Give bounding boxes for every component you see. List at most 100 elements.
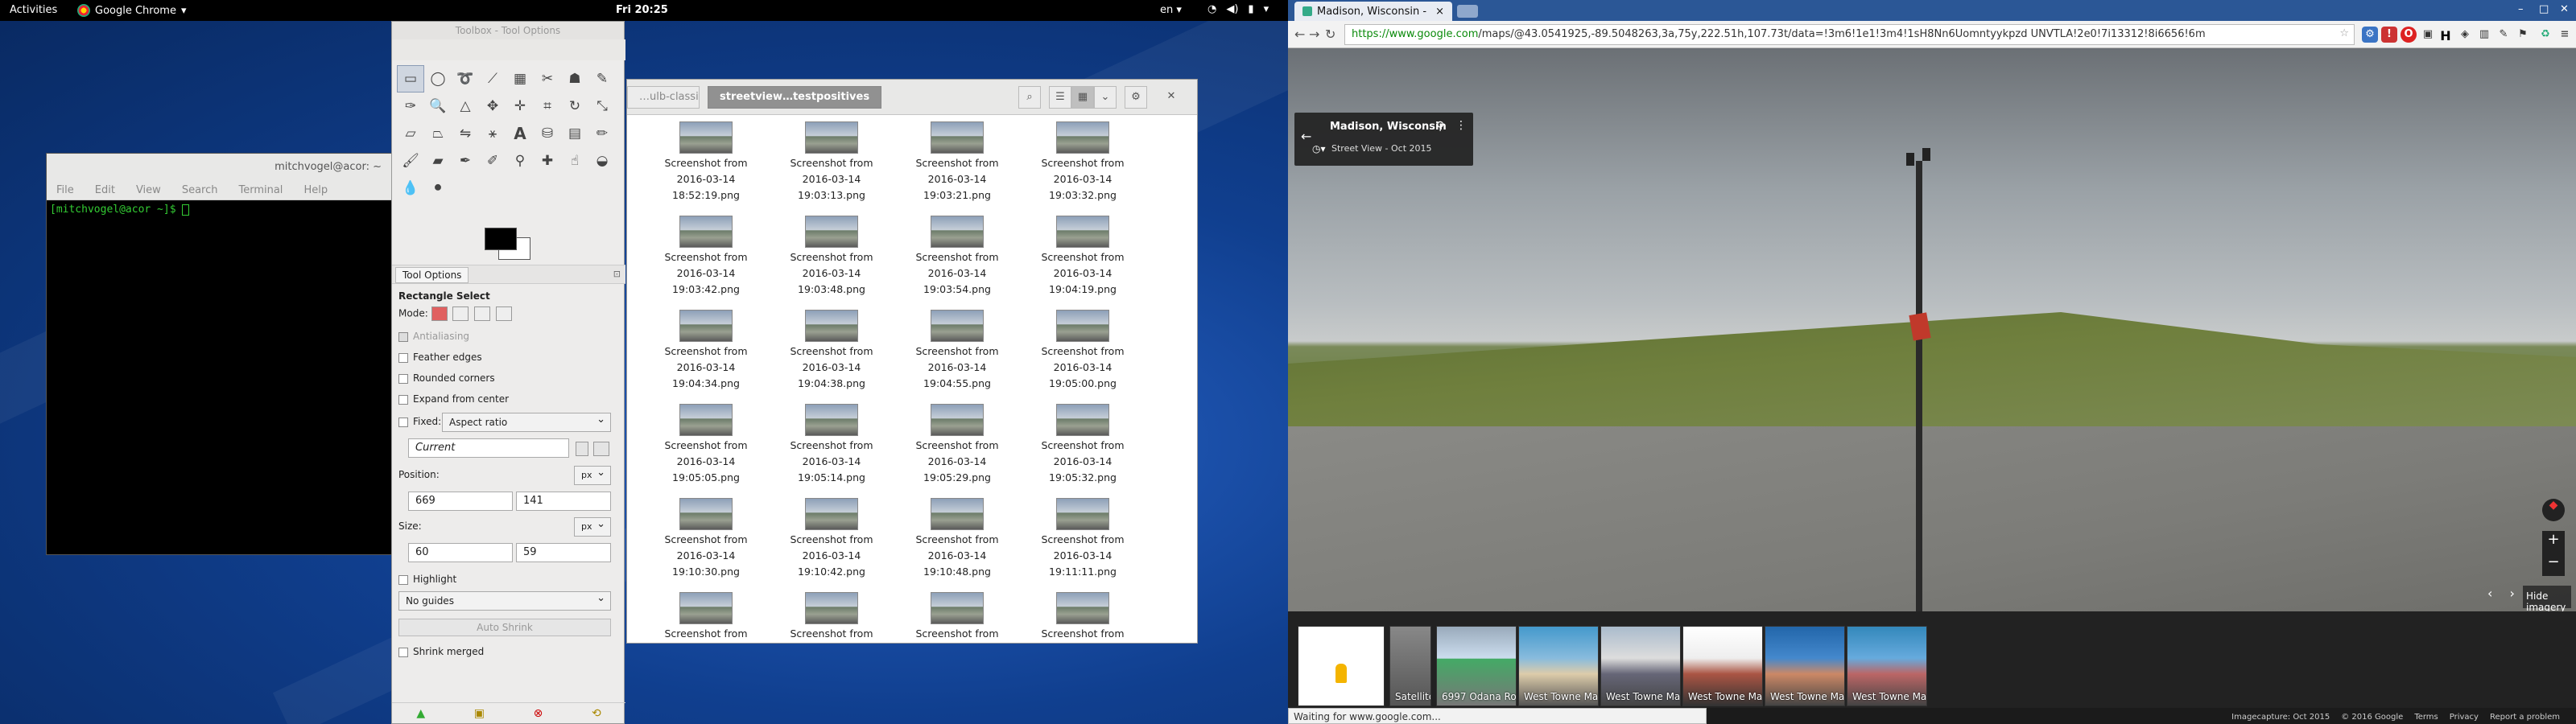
file-item[interactable]: Screenshot from 2016-03-14 19:03:13.png xyxy=(769,121,894,216)
imagery-card-3[interactable]: West Towne Mall xyxy=(1600,626,1681,706)
shear-tool[interactable]: ▱ xyxy=(397,120,424,147)
menu-help[interactable]: Help xyxy=(303,184,328,198)
menu-search[interactable]: Search xyxy=(182,184,218,198)
system-tray[interactable]: ◔ ◀) ▮ ▾ xyxy=(1208,3,1269,15)
guides-select[interactable]: No guides xyxy=(398,591,611,611)
fuzzy-select-tool[interactable]: ⟋ xyxy=(479,65,506,93)
file-item[interactable]: Screenshot from 2016-03-14 19:10:48.png xyxy=(894,498,1020,592)
file-item[interactable]: Screenshot from 2016-03-14 19:05:32.png xyxy=(1020,404,1146,498)
list-view-icon[interactable]: ☰ xyxy=(1049,86,1071,109)
imagery-card-5[interactable]: West Towne Mall xyxy=(1765,626,1845,706)
chevron-left-icon[interactable]: ‹ xyxy=(2487,586,2492,601)
auto-shrink-button[interactable]: Auto Shrink xyxy=(398,619,611,636)
flip-tool[interactable]: ⇋ xyxy=(452,120,479,147)
size-w-input[interactable]: 60 xyxy=(408,543,513,562)
delete-options-icon[interactable]: ⊗ xyxy=(534,707,543,720)
star-icon[interactable]: ☆ xyxy=(2339,27,2349,39)
file-item[interactable]: Screenshot from 2016-03-14 19:03:54.png xyxy=(894,216,1020,310)
fixed-option[interactable]: Fixed: xyxy=(398,416,441,427)
activities-button[interactable]: Activities xyxy=(10,4,57,16)
shrink-merged-option[interactable]: Shrink merged xyxy=(398,646,484,657)
position-x-input[interactable]: 669 xyxy=(408,492,513,511)
language-indicator[interactable]: en ▾ xyxy=(1160,4,1182,16)
extension-icon-4[interactable]: ▣ xyxy=(2420,27,2436,43)
tab-menu-icon[interactable]: ⊡ xyxy=(613,269,621,279)
reset-options-icon[interactable]: ⟲ xyxy=(592,707,601,720)
street-view-panorama[interactable]: ← Madison, Wisconsin ◷▾ Street View - Oc… xyxy=(1288,48,2576,611)
extension-h-icon[interactable]: H xyxy=(2438,27,2454,43)
terminal-titlebar[interactable]: mitchvogel@acor: ~ xyxy=(47,154,391,183)
file-item[interactable]: Screenshot from 2016-03-14 18:52:19.png xyxy=(643,121,769,216)
position-unit-select[interactable]: px xyxy=(574,466,611,485)
color-select-tool[interactable]: ▦ xyxy=(506,65,534,93)
highlight-option[interactable]: Highlight xyxy=(398,574,456,585)
trash-icon[interactable] xyxy=(576,442,588,456)
paths-tool[interactable]: ✎ xyxy=(588,65,616,93)
file-item[interactable]: Screenshot from 2016-03-14 19:10:30.png xyxy=(643,498,769,592)
clock-icon[interactable]: ◷▾ xyxy=(1312,143,1326,154)
back-icon[interactable]: ← xyxy=(1294,27,1305,42)
pencil-tool[interactable]: ✏ xyxy=(588,120,616,147)
address-bar[interactable]: https://www.google.com/maps/@43.0541925,… xyxy=(1344,24,2355,45)
dodge-tool[interactable]: ⚫ xyxy=(424,175,452,202)
back-arrow-icon[interactable]: ← xyxy=(1301,129,1311,144)
menu-icon[interactable]: ≡ xyxy=(2557,27,2573,43)
extension-icon-1[interactable]: ⚙ xyxy=(2362,27,2378,43)
perspective-tool[interactable]: ⏢ xyxy=(424,120,452,147)
clone-tool[interactable]: ⚲ xyxy=(506,147,534,175)
menu-edit[interactable]: Edit xyxy=(95,184,115,198)
minimize-icon[interactable]: – xyxy=(2518,3,2524,15)
cage-tool[interactable]: ⚹ xyxy=(479,120,506,147)
zoom-in-button[interactable]: + xyxy=(2542,531,2565,553)
file-item[interactable]: Screenshot from 2016-03-14 19:05:00.png xyxy=(1020,310,1146,404)
portrait-landscape-icon[interactable] xyxy=(593,442,609,456)
feather-option[interactable]: Feather edges xyxy=(398,352,482,363)
file-item[interactable]: Screenshot from 2016-03-14 19:04:34.png xyxy=(643,310,769,404)
hide-imagery-button[interactable]: Hide imagery xyxy=(2523,586,2571,611)
terms-link[interactable]: Terms xyxy=(2414,713,2438,722)
breadcrumb-parent[interactable]: …ulb-classifier xyxy=(627,86,700,109)
expand-checkbox[interactable] xyxy=(398,394,408,405)
antialiasing-checkbox[interactable] xyxy=(398,331,408,342)
imagery-card-2[interactable]: West Towne Mall xyxy=(1518,626,1599,706)
highlight-checkbox[interactable] xyxy=(398,574,408,585)
app-menu[interactable]: Google Chrome ▾ xyxy=(77,4,187,17)
foreground-color-swatch[interactable] xyxy=(485,228,517,250)
airbrush-tool[interactable]: ✒ xyxy=(452,147,479,175)
imagery-card-1[interactable]: 6997 Odana Road, Madison, xyxy=(1436,626,1517,706)
menu-view[interactable]: View xyxy=(136,184,161,198)
file-item[interactable]: Screenshot from 2016-03-14 19:10:42.png xyxy=(769,498,894,592)
extension-icon-8[interactable]: ✎ xyxy=(2496,27,2512,43)
close-icon[interactable]: ✕ xyxy=(1160,86,1183,109)
file-item[interactable]: Screenshot from 2016-03-14 19:05:14.png xyxy=(769,404,894,498)
feather-checkbox[interactable] xyxy=(398,352,408,363)
ink-tool[interactable]: ✐ xyxy=(479,147,506,175)
close-window-icon[interactable]: ✕ xyxy=(2560,3,2569,15)
more-options-icon[interactable]: ⋮ xyxy=(1455,119,1467,132)
file-item[interactable]: Screenshot from 2016-03-14 19:11:11.png xyxy=(1020,498,1146,592)
shrink-merged-checkbox[interactable] xyxy=(398,647,408,657)
pin-icon[interactable]: ⚲ xyxy=(1436,120,1444,133)
compass-icon[interactable]: ◆ xyxy=(2542,499,2565,521)
maximize-icon[interactable]: □ xyxy=(2539,3,2549,15)
search-icon[interactable]: ⌕ xyxy=(1018,86,1041,109)
rect-select-tool[interactable]: ▭ xyxy=(397,65,424,93)
rounded-checkbox[interactable] xyxy=(398,373,408,384)
file-item[interactable]: Screenshot from xyxy=(769,592,894,686)
tab-tool-options[interactable]: Tool Options xyxy=(395,267,469,283)
terminal-prompt[interactable]: [mitchvogel@acor ~]$ xyxy=(47,200,391,219)
ellipse-select-tool[interactable]: ◯ xyxy=(424,65,452,93)
file-manager-window[interactable]: …ulb-classifier streetview…testpositives… xyxy=(626,79,1198,644)
smudge-tool[interactable]: ☝ xyxy=(561,147,588,175)
file-item[interactable]: Screenshot from 2016-03-14 19:05:05.png xyxy=(643,404,769,498)
mode-replace-button[interactable] xyxy=(431,306,448,321)
gear-icon[interactable]: ⚙ xyxy=(1125,86,1147,109)
position-y-input[interactable]: 141 xyxy=(516,492,611,511)
breadcrumb-current[interactable]: streetview…testpositives xyxy=(708,86,882,109)
zoom-out-button[interactable]: − xyxy=(2542,553,2565,576)
color-picker-tool[interactable]: ✑ xyxy=(397,93,424,120)
chrome-window[interactable]: Madison, Wisconsin - × – □ ✕ ← → ↻ https… xyxy=(1288,0,2576,724)
file-item[interactable]: Screenshot from 2016-03-14 19:03:42.png xyxy=(643,216,769,310)
zoom-tool[interactable]: 🔍 xyxy=(424,93,452,120)
mode-add-button[interactable] xyxy=(452,306,469,321)
